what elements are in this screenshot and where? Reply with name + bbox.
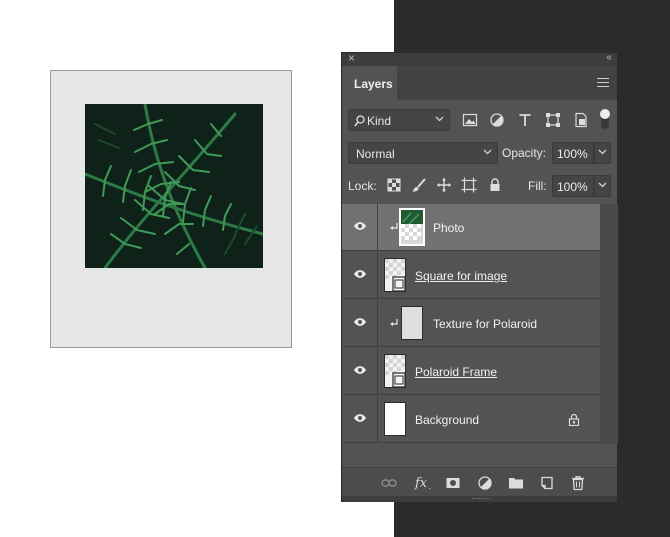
opacity-dropdown[interactable] — [594, 142, 611, 164]
layer-thumbnail — [384, 402, 406, 436]
fx-icon[interactable]: fx — [414, 475, 432, 491]
chevron-down-icon — [435, 116, 444, 122]
layers-scrollbar[interactable] — [600, 204, 618, 444]
layer-row-photo[interactable]: Photo — [342, 204, 600, 251]
fill-dropdown[interactable] — [594, 175, 611, 197]
layer-name[interactable]: Texture for Polaroid — [433, 317, 537, 331]
svg-text:fx: fx — [414, 476, 428, 491]
eye-icon — [354, 366, 366, 374]
opacity-field[interactable]: 100% — [552, 142, 594, 164]
opacity-label: Opacity: — [502, 146, 547, 160]
fern-photo — [85, 104, 263, 268]
search-icon — [354, 115, 365, 127]
panel-menu-icon[interactable] — [597, 78, 609, 87]
smart-object-filter-icon[interactable] — [573, 112, 589, 128]
layer-name[interactable]: Background — [415, 413, 479, 427]
lock-position-icon[interactable] — [436, 177, 452, 193]
layers-bottom-toolbar: fx — [342, 467, 617, 498]
layer-name[interactable]: Photo — [433, 221, 464, 235]
blend-mode-select[interactable]: Normal — [348, 142, 498, 164]
layer-name[interactable]: Square for image — [415, 269, 507, 283]
visibility-toggle[interactable] — [342, 300, 378, 347]
visibility-toggle[interactable] — [342, 252, 378, 299]
layer-name[interactable]: Polaroid Frame — [415, 365, 497, 379]
eye-icon — [354, 318, 366, 326]
visibility-toggle[interactable] — [342, 348, 378, 395]
close-icon[interactable]: × — [348, 51, 355, 65]
panel-resize-grip[interactable] — [342, 496, 617, 502]
visibility-toggle[interactable] — [342, 204, 378, 251]
collapse-icon[interactable]: ‹‹ — [606, 52, 612, 63]
lock-icon — [568, 413, 580, 426]
filter-toggle[interactable] — [600, 109, 610, 129]
layer-thumbnail — [384, 354, 406, 388]
shape-filter-icon[interactable] — [545, 112, 561, 128]
filter-kind-select[interactable]: Kind — [348, 109, 450, 131]
tab-layers-label: Layers — [354, 77, 393, 91]
layer-thumbnail — [384, 258, 406, 292]
type-filter-icon[interactable] — [517, 112, 533, 128]
lock-transparent-pixels-icon[interactable] — [386, 177, 402, 193]
adjustment-layer-icon[interactable] — [477, 475, 493, 491]
layers-list: Photo Square for image Texture for Polar… — [342, 204, 617, 444]
fill-value: 100% — [557, 180, 588, 194]
clipping-arrow-icon — [390, 223, 398, 230]
eye-icon — [354, 222, 366, 230]
panel-tab-row: Layers — [342, 66, 617, 100]
layer-thumbnail — [399, 208, 425, 246]
tab-layers[interactable]: Layers — [342, 66, 397, 100]
lock-all-icon[interactable] — [487, 177, 503, 193]
trash-icon[interactable] — [570, 475, 586, 491]
lock-image-pixels-icon[interactable] — [411, 177, 427, 193]
chevron-down-icon — [483, 149, 492, 155]
eye-icon — [354, 414, 366, 422]
opacity-value: 100% — [557, 147, 588, 161]
layer-row-texture-for-polaroid[interactable]: Texture for Polaroid — [342, 300, 600, 347]
fill-label: Fill: — [528, 179, 547, 193]
layer-mask-icon[interactable] — [445, 475, 461, 491]
chevron-down-icon — [598, 149, 607, 155]
canvas-polaroid[interactable] — [50, 70, 292, 348]
blend-mode-value: Normal — [356, 147, 395, 161]
clipping-arrow-icon — [390, 319, 398, 326]
new-layer-icon[interactable] — [539, 475, 555, 491]
fill-field[interactable]: 100% — [552, 175, 594, 197]
adjustment-filter-icon[interactable] — [489, 112, 505, 128]
panel-titlebar: × ‹‹ — [342, 51, 617, 66]
layer-row-square-for-image[interactable]: Square for image — [342, 252, 600, 299]
lock-label: Lock: — [348, 179, 377, 193]
filter-kind-label: Kind — [367, 114, 392, 128]
image-filter-icon[interactable] — [462, 112, 478, 128]
chevron-down-icon — [598, 182, 607, 188]
visibility-toggle[interactable] — [342, 396, 378, 443]
layer-row-polaroid-frame[interactable]: Polaroid Frame — [342, 348, 600, 395]
layers-panel: × ‹‹ Layers Kind Normal Opacity: 100% Lo… — [341, 51, 618, 502]
eye-icon — [354, 270, 366, 278]
folder-icon[interactable] — [508, 475, 524, 491]
layer-thumbnail — [401, 306, 423, 340]
layer-row-background[interactable]: Background — [342, 396, 600, 443]
link-icon[interactable] — [381, 475, 397, 491]
lock-artboard-icon[interactable] — [461, 177, 477, 193]
